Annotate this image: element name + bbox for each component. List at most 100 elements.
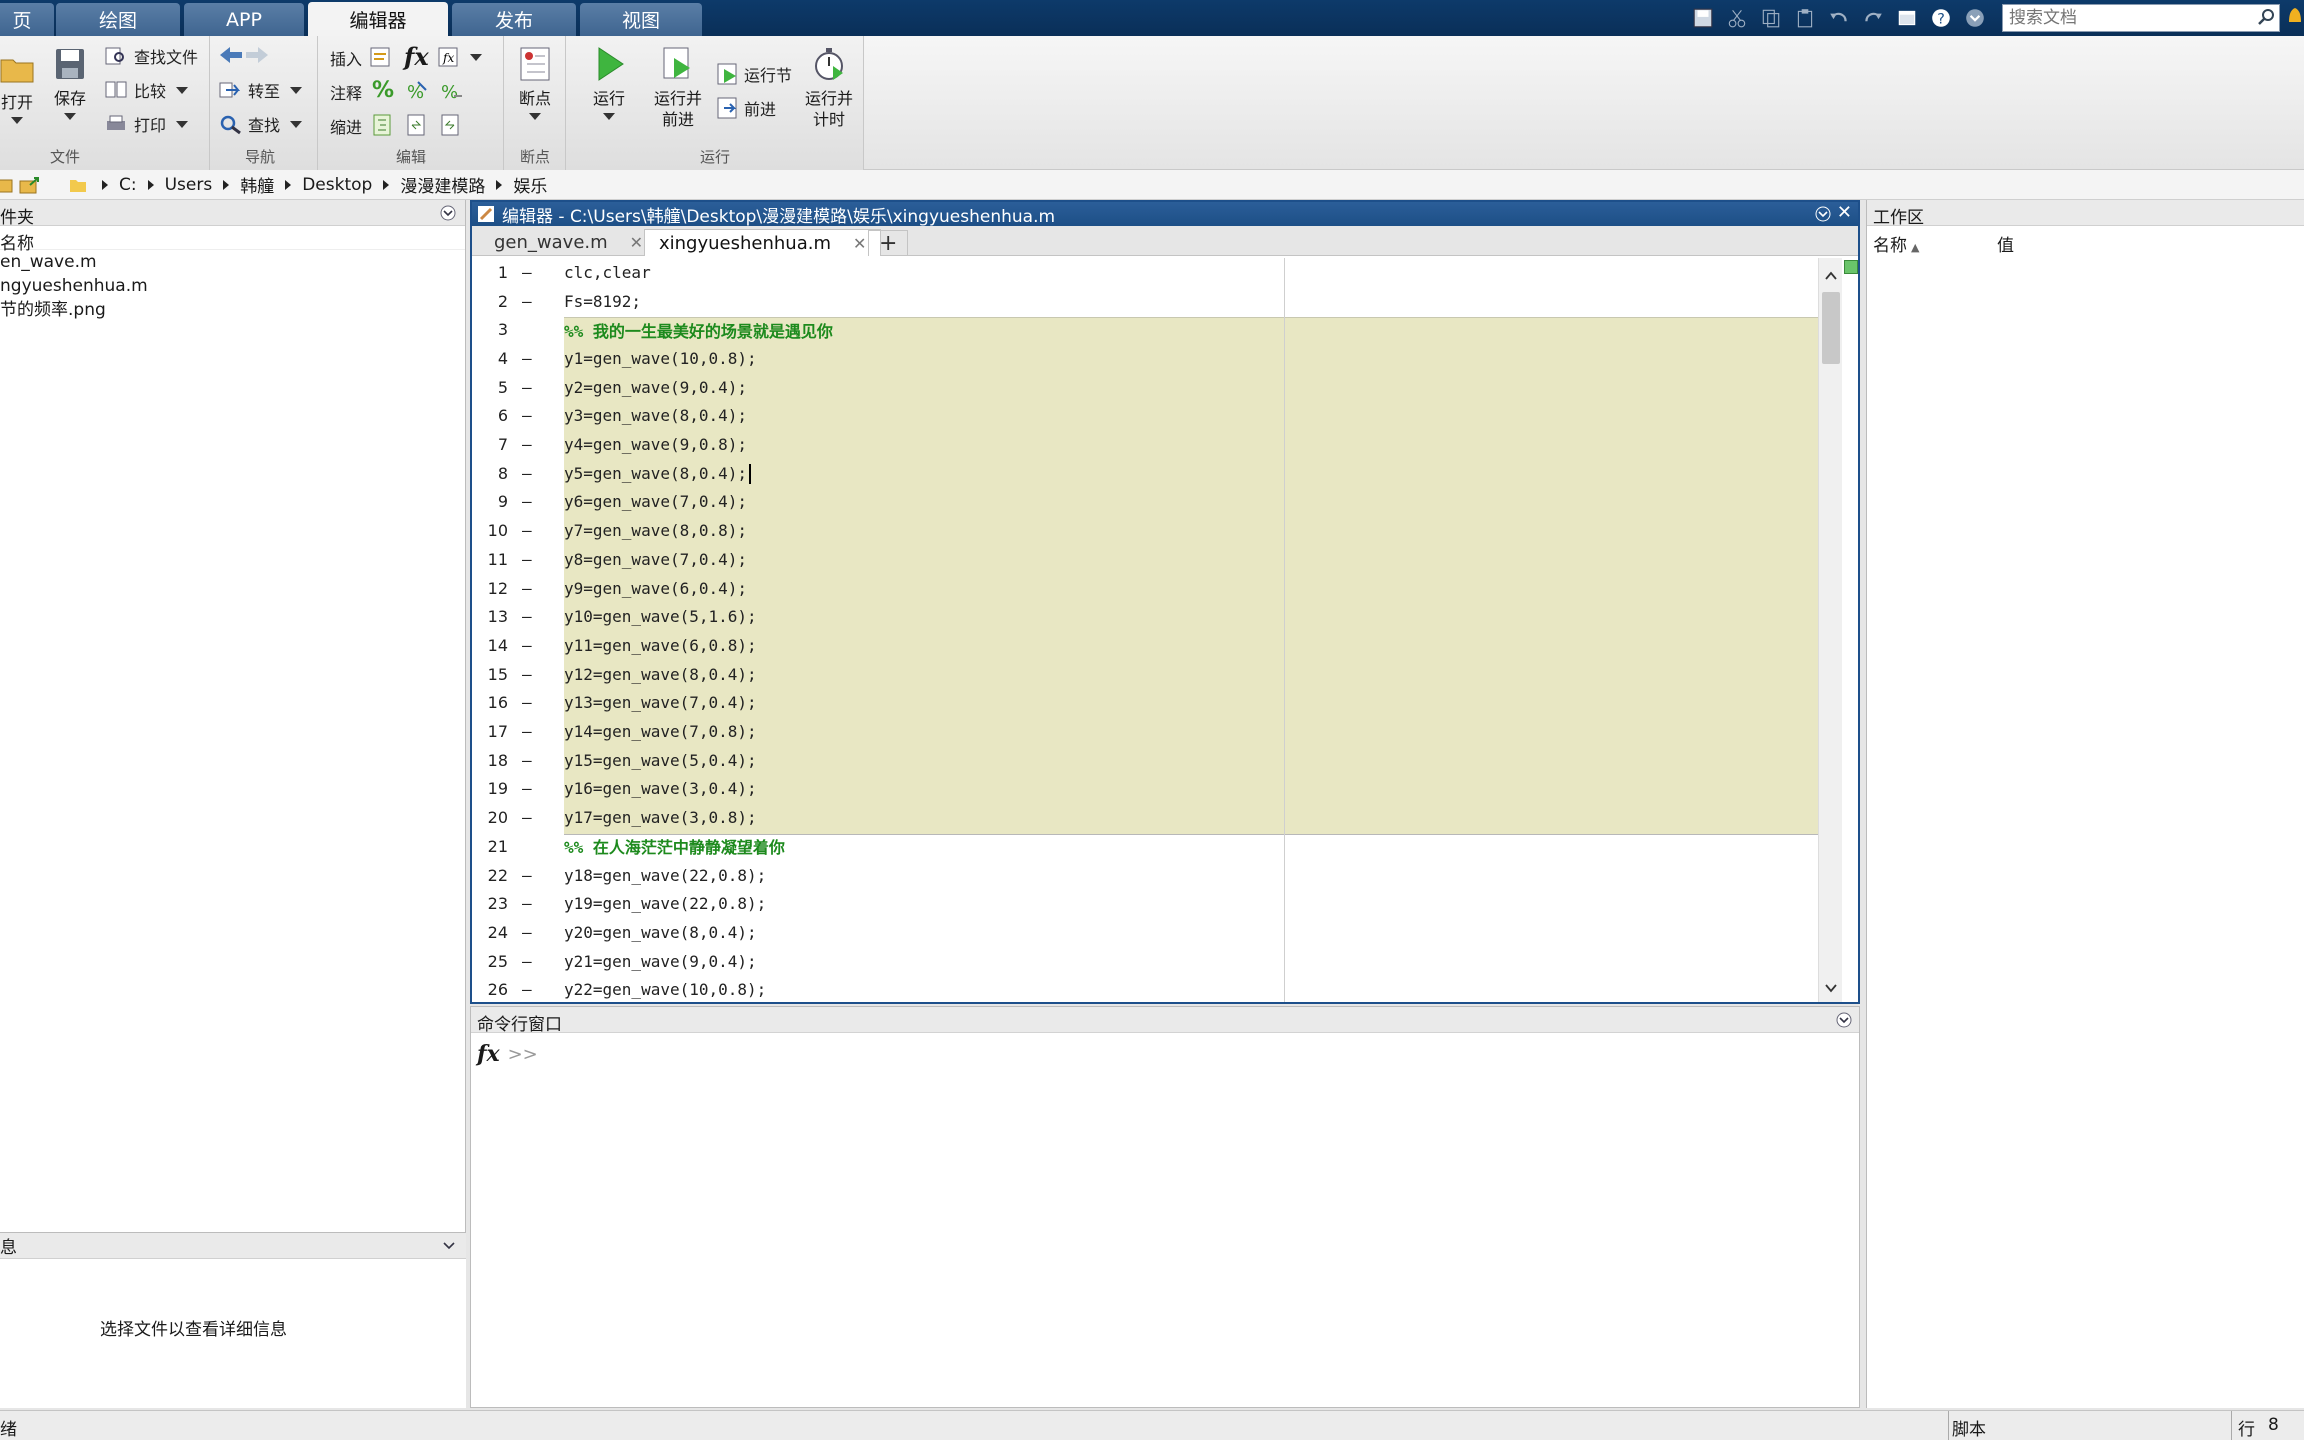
code-line[interactable]: 7— y4=gen_wave(9,0.8); [472, 430, 1818, 459]
code-line[interactable]: 13— y10=gen_wave(5,1.6); [472, 602, 1818, 631]
tab-publish[interactable]: 发布 [452, 3, 576, 36]
line-number[interactable]: 9 [472, 492, 508, 511]
line-number[interactable]: 8 [472, 464, 508, 483]
back-forward-buttons[interactable] [218, 44, 270, 66]
qa-help-button[interactable]: ? [1924, 3, 1958, 33]
qa-options-button[interactable] [1958, 3, 1992, 33]
close-tab-icon[interactable]: ✕ [630, 233, 643, 252]
line-number[interactable]: 11 [472, 550, 508, 569]
line-number[interactable]: 20 [472, 808, 508, 827]
line-number[interactable]: 14 [472, 636, 508, 655]
breadcrumb-current[interactable]: 娱乐 [513, 172, 547, 197]
code-line[interactable]: 5— y2=gen_wave(9,0.4); [472, 373, 1818, 402]
code-line[interactable]: 26— y22=gen_wave(10,0.8); [472, 976, 1818, 1003]
code-line[interactable]: 22— y18=gen_wave(22,0.8); [472, 861, 1818, 890]
editor-tab-xingyueshenhua[interactable]: xingyueshenhua.m ✕ [644, 229, 882, 256]
line-number[interactable]: 17 [472, 722, 508, 741]
code-line[interactable]: 16— y13=gen_wave(7,0.4); [472, 689, 1818, 718]
line-number[interactable]: 2 [472, 292, 508, 311]
file-item[interactable]: ngyueshenhua.m [0, 274, 465, 298]
qa-cut-button[interactable] [1720, 3, 1754, 33]
run-and-advance-button[interactable]: 运行并 前进 [643, 44, 713, 130]
run-section-button[interactable]: 运行节 [716, 62, 792, 86]
chevron-down-icon[interactable] [442, 1239, 456, 1253]
code-line[interactable]: 1— clc,clear [472, 258, 1818, 287]
breakpoint-marker[interactable]: — [508, 722, 548, 741]
search-documentation-input[interactable] [2002, 4, 2280, 32]
indent-button[interactable]: 缩进 [330, 114, 362, 138]
breakpoint-marker[interactable]: — [508, 406, 548, 425]
insert-button[interactable]: 插入 [330, 46, 362, 70]
file-item[interactable]: en_wave.m [0, 250, 465, 274]
breadcrumb-users[interactable]: Users [165, 175, 213, 195]
code-line[interactable]: 17— y14=gen_wave(7,0.8); [472, 717, 1818, 746]
code-line[interactable]: 10— y7=gen_wave(8,0.8); [472, 516, 1818, 545]
breakpoint-marker[interactable]: — [508, 435, 548, 454]
editor-menu-icon[interactable] [1814, 205, 1832, 223]
breakpoint-marker[interactable]: — [508, 521, 548, 540]
code-line[interactable]: 24— y20=gen_wave(8,0.4); [472, 918, 1818, 947]
uncomment-icon[interactable]: % [438, 78, 464, 104]
line-number[interactable]: 5 [472, 378, 508, 397]
code-area[interactable]: 1— clc,clear 2— Fs=8192; 3%% 我的一生最美好的场景就是遇见你… [472, 258, 1818, 1002]
code-line[interactable]: 4— y1=gen_wave(10,0.8); [472, 344, 1818, 373]
save-button[interactable]: 保存 [35, 44, 105, 120]
code-line[interactable]: 18— y15=gen_wave(5,0.4); [472, 746, 1818, 775]
line-number[interactable]: 23 [472, 894, 508, 913]
column-header-name[interactable]: 名称 ▲ [1867, 231, 1993, 256]
close-tab-icon[interactable]: ✕ [853, 234, 866, 253]
breakpoint-marker[interactable]: — [508, 492, 548, 511]
breakpoint-marker[interactable]: — [508, 952, 548, 971]
breakpoint-marker[interactable]: — [508, 464, 548, 483]
code-line[interactable]: 12— y9=gen_wave(6,0.4); [472, 574, 1818, 603]
code-line[interactable]: 21 %% 在人海茫茫中静静凝望着你 [472, 832, 1818, 861]
breakpoint-marker[interactable]: — [508, 378, 548, 397]
line-number[interactable]: 10 [472, 521, 508, 540]
breakpoint-marker[interactable]: — [508, 980, 548, 999]
breakpoint-marker[interactable]: — [508, 894, 548, 913]
code-line[interactable]: 20— y17=gen_wave(3,0.8); [472, 803, 1818, 832]
tab-apps[interactable]: APP [184, 3, 304, 36]
tab-home[interactable]: 页 [0, 3, 54, 36]
code-line[interactable]: 25— y21=gen_wave(9,0.4); [472, 947, 1818, 976]
breadcrumb-folder[interactable]: 漫漫建模路 [400, 172, 485, 197]
close-editor-icon[interactable]: ✕ [1837, 202, 1852, 223]
line-number[interactable]: 6 [472, 406, 508, 425]
new-tab-button[interactable]: + [868, 230, 909, 256]
line-number[interactable]: 24 [472, 923, 508, 942]
line-number[interactable]: 1 [472, 263, 508, 282]
code-line[interactable]: 3 %% 我的一生最美好的场景就是遇见你 [472, 315, 1818, 344]
breakpoint-marker[interactable]: — [508, 808, 548, 827]
code-line[interactable]: 6— y3=gen_wave(8,0.4); [472, 402, 1818, 431]
code-line[interactable]: 23— y19=gen_wave(22,0.8); [472, 889, 1818, 918]
tab-plots[interactable]: 绘图 [56, 3, 180, 36]
column-header-value[interactable]: 值 [1993, 231, 2113, 256]
breakpoint-marker[interactable]: — [508, 779, 548, 798]
function-browser-icon[interactable]: fx [477, 1041, 500, 1067]
increase-indent-icon[interactable] [438, 112, 464, 138]
qa-redo-button[interactable] [1856, 3, 1890, 33]
qa-switch-windows-button[interactable] [1890, 3, 1924, 33]
breadcrumb-drive[interactable]: C: [119, 175, 137, 195]
code-line[interactable]: 14— y11=gen_wave(6,0.8); [472, 631, 1818, 660]
line-number[interactable]: 21 [472, 837, 508, 856]
vertical-scrollbar[interactable] [1818, 258, 1842, 1002]
breakpoints-button[interactable]: 断点 [500, 44, 570, 120]
tab-view[interactable]: 视图 [580, 3, 702, 36]
run-and-time-button[interactable]: 运行并 计时 [794, 44, 864, 130]
code-analyzer-indicator[interactable] [1844, 260, 1858, 274]
breakpoint-marker[interactable]: — [508, 607, 548, 626]
breakpoint-marker[interactable]: — [508, 579, 548, 598]
insert-function-icon[interactable]: fx [404, 42, 429, 71]
code-line[interactable]: 8— y5=gen_wave(8,0.4); [472, 459, 1818, 488]
qa-paste-button[interactable] [1788, 3, 1822, 33]
qa-undo-button[interactable] [1822, 3, 1856, 33]
breakpoint-marker[interactable]: — [508, 636, 548, 655]
run-button[interactable]: 运行 [574, 44, 644, 120]
breakpoint-marker[interactable]: — [508, 349, 548, 368]
breadcrumb-user[interactable]: 韩艟 [240, 172, 274, 197]
command-prompt[interactable]: fx >> [477, 1041, 538, 1067]
notification-icon[interactable] [2286, 6, 2304, 30]
breakpoint-marker[interactable]: — [508, 866, 548, 885]
line-number[interactable]: 15 [472, 665, 508, 684]
